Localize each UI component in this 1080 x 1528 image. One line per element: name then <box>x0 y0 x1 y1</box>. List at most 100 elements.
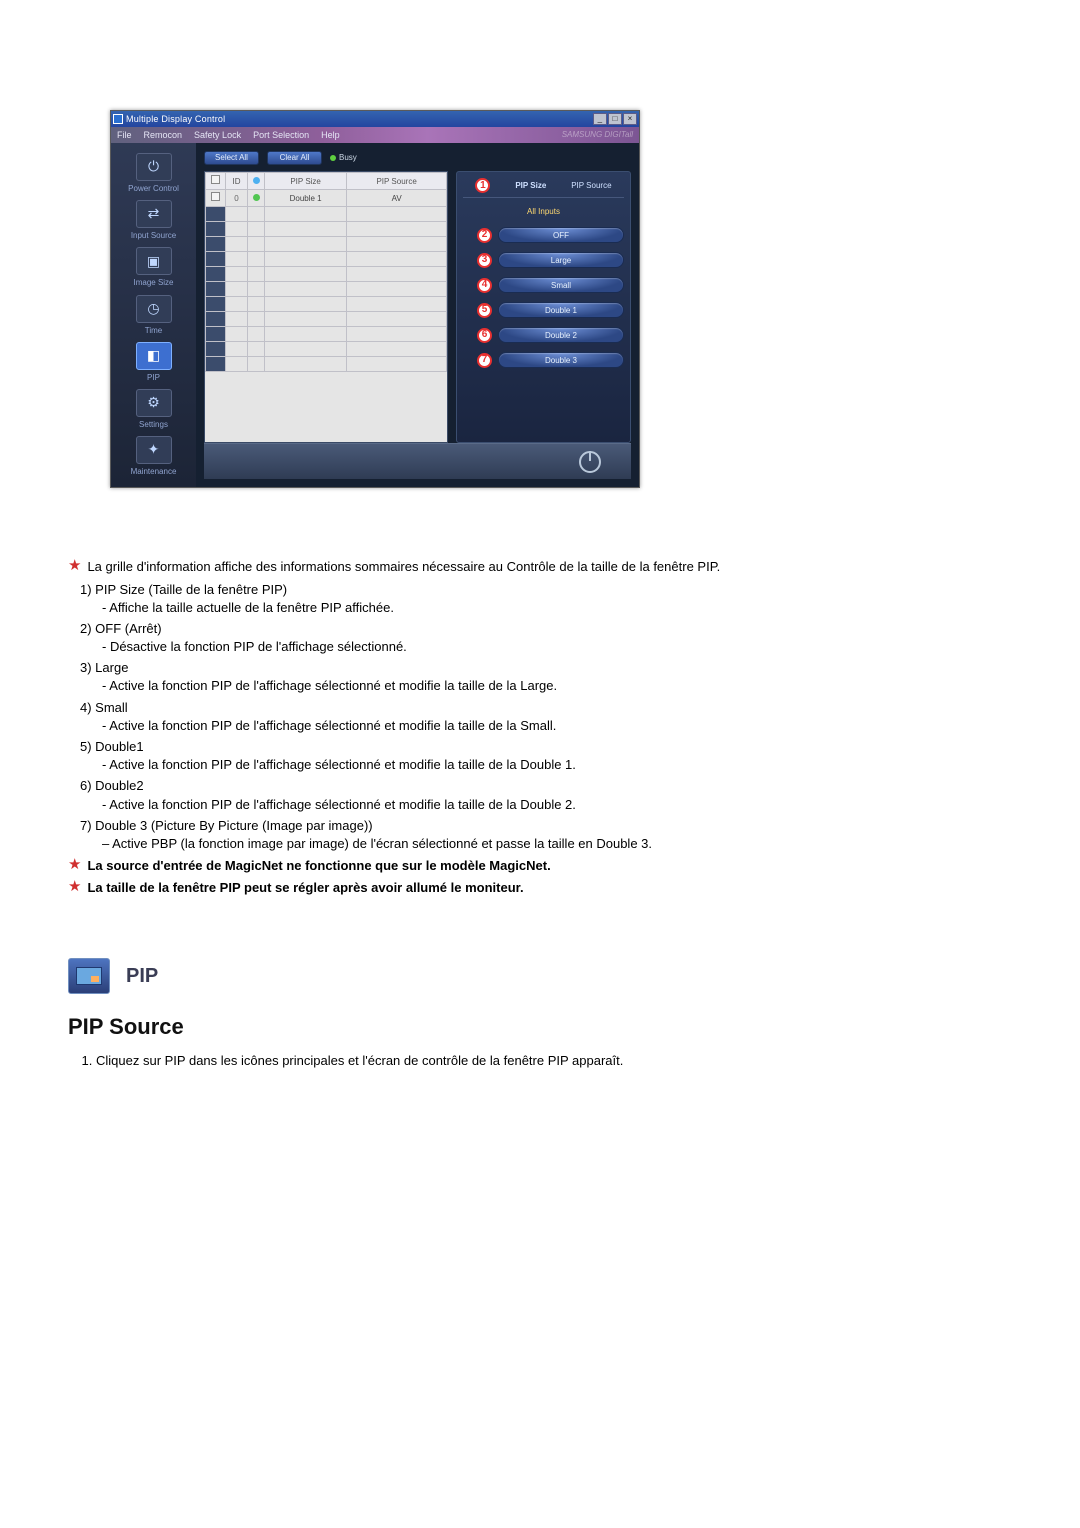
sidebar-item-input-source[interactable]: ⇄ Input Source <box>115 200 192 241</box>
sidebar-label: Power Control <box>115 183 192 194</box>
brand-text: SAMSUNG DIGITall <box>352 129 633 140</box>
select-all-button[interactable]: Select All <box>204 151 259 165</box>
table-row[interactable] <box>206 267 447 282</box>
table-row[interactable] <box>206 207 447 222</box>
option-double3[interactable]: Double 3 <box>498 352 624 368</box>
app-footer <box>204 443 631 479</box>
col-pip-size: PIP Size <box>265 173 347 190</box>
table-row[interactable] <box>206 297 447 312</box>
maintenance-icon: ✦ <box>136 436 172 464</box>
table-row[interactable] <box>206 342 447 357</box>
sidebar-label: Image Size <box>115 277 192 288</box>
option-small[interactable]: Small <box>498 277 624 293</box>
busy-label: Busy <box>339 152 357 163</box>
numbered-list: 1) PIP Size (Taille de la fenêtre PIP)- … <box>60 581 1020 854</box>
table-row[interactable] <box>206 237 447 252</box>
table-row[interactable] <box>206 327 447 342</box>
list-item: Cliquez sur PIP dans les icônes principa… <box>96 1052 1020 1070</box>
input-source-icon: ⇄ <box>136 200 172 228</box>
option-large[interactable]: Large <box>498 252 624 268</box>
sidebar-item-maintenance[interactable]: ✦ Maintenance <box>115 436 192 477</box>
bold-text: La source d'entrée de MagicNet ne foncti… <box>87 857 550 875</box>
bold-text: La taille de la fenêtre PIP peut se régl… <box>87 879 523 897</box>
clear-all-button[interactable]: Clear All <box>267 151 322 165</box>
list-item: 6) Double2- Active la fonction PIP de l'… <box>80 777 1020 813</box>
col-pip-source: PIP Source <box>347 173 447 190</box>
cell-id: 0 <box>226 190 248 207</box>
busy-indicator: Busy <box>330 152 357 163</box>
cell-pip-source: AV <box>347 190 447 207</box>
callout-6: 6 <box>477 328 492 343</box>
all-inputs-label: All Inputs <box>463 206 624 217</box>
sidebar-label: Settings <box>115 419 192 430</box>
option-off[interactable]: OFF <box>498 227 624 243</box>
menu-safety-lock[interactable]: Safety Lock <box>194 129 241 142</box>
option-double1[interactable]: Double 1 <box>498 302 624 318</box>
table-row[interactable] <box>206 252 447 267</box>
power-icon: ⏻ <box>136 153 172 181</box>
star-icon: ★ <box>68 879 81 894</box>
row-checkbox[interactable] <box>211 192 220 201</box>
settings-icon: ⚙ <box>136 389 172 417</box>
option-double2[interactable]: Double 2 <box>498 327 624 343</box>
pip-heading-text: PIP <box>126 962 158 990</box>
list-item: 1) PIP Size (Taille de la fenêtre PIP)- … <box>80 581 1020 617</box>
sidebar-item-time[interactable]: ◷ Time <box>115 295 192 336</box>
app-icon <box>113 114 123 124</box>
col-id: ID <box>226 173 248 190</box>
panel-pip-source-label: PIP Source <box>571 180 611 191</box>
sidebar-item-pip[interactable]: ◧ PIP <box>115 342 192 383</box>
power-toggle-icon[interactable] <box>579 451 601 473</box>
sidebar-label: Maintenance <box>115 466 192 477</box>
sidebar-item-power-control[interactable]: ⏻ Power Control <box>115 153 192 194</box>
title-bar: Multiple Display Control _ □ × <box>111 111 639 127</box>
app-window: Multiple Display Control _ □ × File Remo… <box>110 110 640 488</box>
menu-remocon[interactable]: Remocon <box>144 129 183 142</box>
intro-text: La grille d'information affiche des info… <box>87 558 720 576</box>
table-row[interactable] <box>206 357 447 372</box>
sidebar-label: Time <box>115 325 192 336</box>
display-table: ID PIP Size PIP Source 0 Doub <box>204 171 448 443</box>
close-button[interactable]: × <box>623 113 637 125</box>
intro-note: ★ La grille d'information affiche des in… <box>60 558 1020 576</box>
pip-source-steps: Cliquez sur PIP dans les icônes principa… <box>60 1052 1020 1070</box>
callout-4: 4 <box>477 278 492 293</box>
menu-help[interactable]: Help <box>321 129 340 142</box>
list-item: 2) OFF (Arrêt)- Désactive la fonction PI… <box>80 620 1020 656</box>
col-status <box>248 173 265 190</box>
callout-2: 2 <box>477 228 492 243</box>
header-checkbox[interactable] <box>211 175 220 184</box>
bold-note-1: ★ La source d'entrée de MagicNet ne fonc… <box>60 857 1020 875</box>
pip-heading-icon <box>68 958 110 994</box>
table-row[interactable] <box>206 312 447 327</box>
pip-source-heading: PIP Source <box>60 1012 1020 1043</box>
list-item: 7) Double 3 (Picture By Picture (Image p… <box>80 817 1020 853</box>
list-item: 5) Double1- Active la fonction PIP de l'… <box>80 738 1020 774</box>
main-area: Select All Clear All Busy ID <box>196 143 639 487</box>
callout-7: 7 <box>477 353 492 368</box>
table-row[interactable] <box>206 282 447 297</box>
list-item: 3) Large- Active la fonction PIP de l'af… <box>80 659 1020 695</box>
table-row[interactable] <box>206 222 447 237</box>
minimize-button[interactable]: _ <box>593 113 607 125</box>
panel-pip-size-label: PIP Size <box>515 180 546 191</box>
menu-file[interactable]: File <box>117 129 132 142</box>
star-icon: ★ <box>68 558 81 573</box>
callout-3: 3 <box>477 253 492 268</box>
time-icon: ◷ <box>136 295 172 323</box>
pip-heading: PIP <box>60 958 1020 994</box>
list-item: 4) Small- Active la fonction PIP de l'af… <box>80 699 1020 735</box>
image-size-icon: ▣ <box>136 247 172 275</box>
menu-bar: File Remocon Safety Lock Port Selection … <box>111 127 639 143</box>
sidebar: ⏻ Power Control ⇄ Input Source ▣ Image S… <box>111 143 196 487</box>
menu-port-selection[interactable]: Port Selection <box>253 129 309 142</box>
sidebar-item-settings[interactable]: ⚙ Settings <box>115 389 192 430</box>
window-title: Multiple Display Control <box>126 113 225 126</box>
star-icon: ★ <box>68 857 81 872</box>
sidebar-label: Input Source <box>115 230 192 241</box>
table-row[interactable]: 0 Double 1 AV <box>206 190 447 207</box>
sidebar-item-image-size[interactable]: ▣ Image Size <box>115 247 192 288</box>
pip-icon: ◧ <box>136 342 172 370</box>
maximize-button[interactable]: □ <box>608 113 622 125</box>
status-dot-icon <box>253 194 260 201</box>
